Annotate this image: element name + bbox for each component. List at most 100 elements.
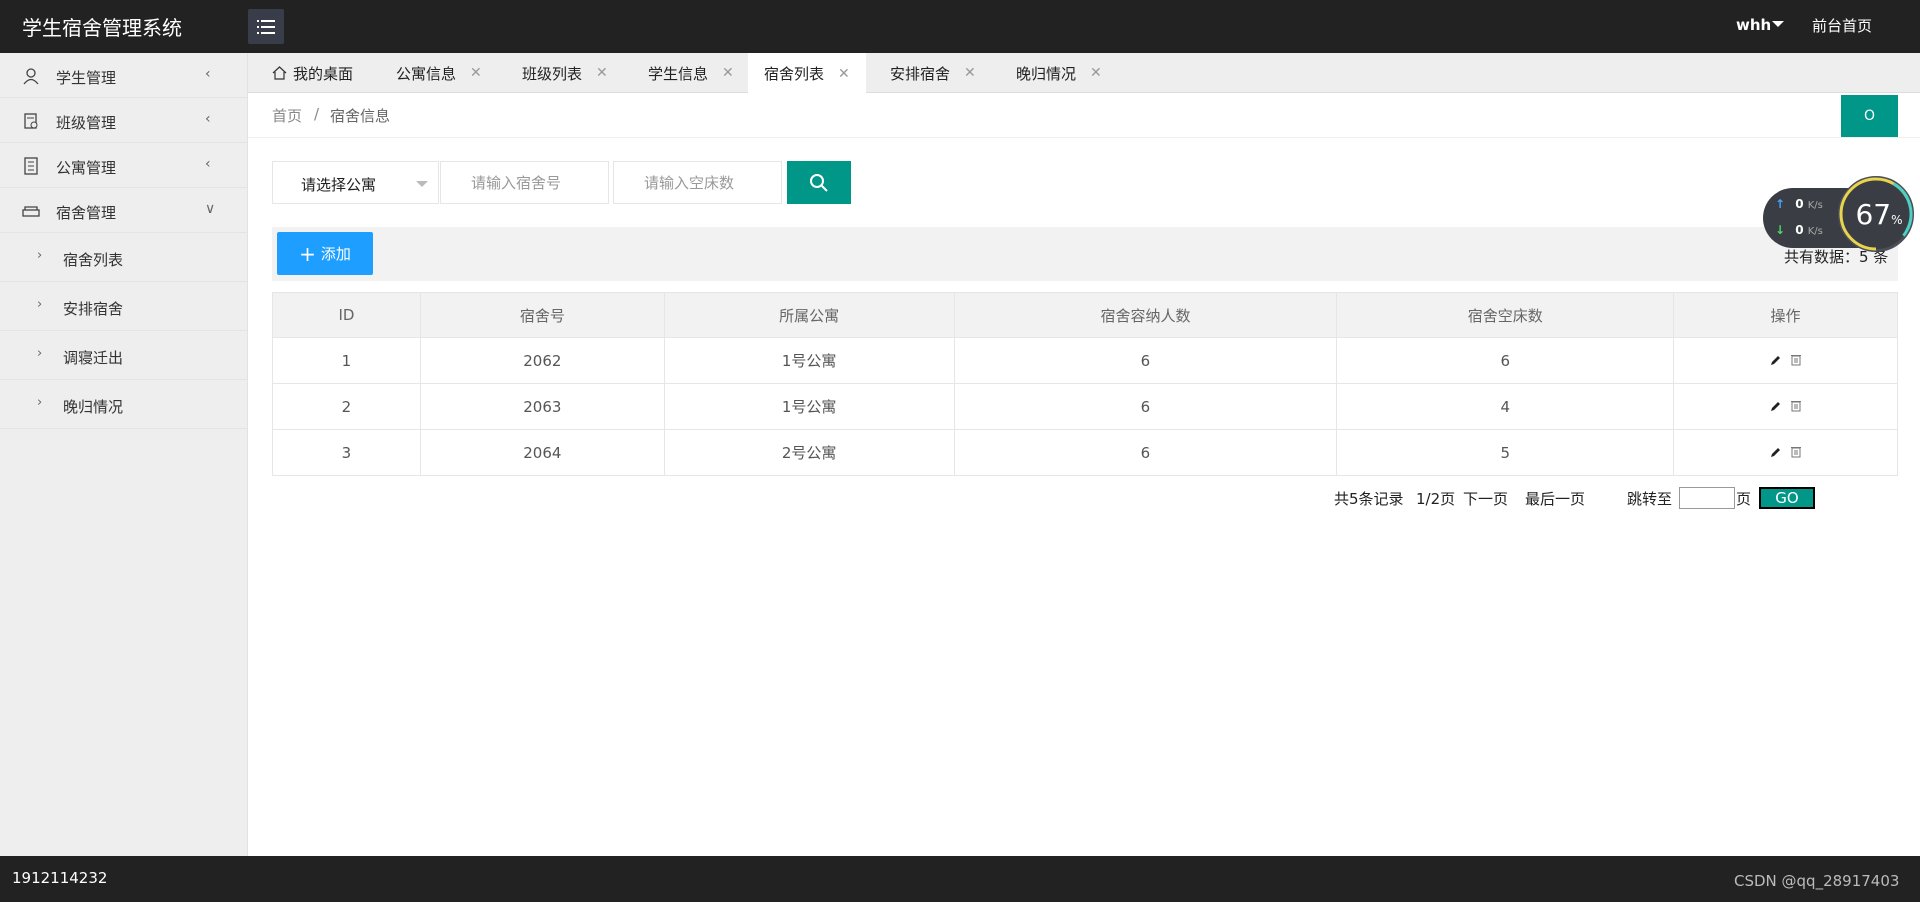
menu-toggle-button[interactable] bbox=[248, 9, 284, 44]
list-icon bbox=[257, 19, 275, 34]
tab-apartment-info[interactable]: 公寓信息 ✕ bbox=[386, 53, 492, 93]
column-header: 操作 bbox=[1673, 292, 1898, 338]
chevron-right-icon: › bbox=[37, 395, 43, 410]
add-button-label: 添加 bbox=[320, 245, 351, 263]
sidebar-subitem-transfer[interactable]: › 调寝迁出 bbox=[0, 331, 248, 380]
close-icon[interactable]: ✕ bbox=[838, 66, 850, 82]
tab-desktop[interactable]: 我的桌面 bbox=[262, 53, 363, 93]
edit-icon[interactable] bbox=[1770, 446, 1782, 458]
column-header: 所属公寓 bbox=[663, 292, 955, 338]
tab-dorm-list[interactable]: 宿舍列表 ✕ bbox=[748, 53, 866, 94]
chevron-left-icon: ‹ bbox=[205, 156, 211, 172]
pager-last-link[interactable]: 最后一页 bbox=[1525, 488, 1585, 509]
chevron-right-icon: › bbox=[37, 248, 43, 263]
sidebar-item-apartments[interactable]: 公寓管理 ‹ bbox=[0, 143, 248, 188]
tab-label: 安排宿舍 bbox=[890, 64, 951, 83]
chevron-right-icon: › bbox=[37, 297, 43, 312]
sidebar-subitem-dorm-list[interactable]: › 宿舍列表 bbox=[0, 233, 248, 282]
gauge-percent-sign: % bbox=[1891, 213, 1903, 227]
refresh-button[interactable]: O bbox=[1841, 95, 1898, 137]
top-header: 学生宿舍管理系统 whh 前台首页 bbox=[0, 0, 1920, 53]
breadcrumb-separator: / bbox=[314, 105, 320, 123]
dorm-number-input[interactable] bbox=[440, 161, 609, 204]
tab-class-list[interactable]: 班级列表 ✕ bbox=[512, 53, 618, 93]
tab-assign-dorm[interactable]: 安排宿舍 ✕ bbox=[880, 53, 986, 93]
sidebar-item-label: 公寓管理 bbox=[56, 159, 117, 177]
sidebar-subitem-assign-dorm[interactable]: › 安排宿舍 bbox=[0, 282, 248, 331]
download-speed: ↓ 0 K/s bbox=[1775, 223, 1823, 237]
close-icon[interactable]: ✕ bbox=[722, 65, 734, 81]
delete-icon[interactable] bbox=[1790, 445, 1802, 458]
cell-empty-beds: 6 bbox=[1336, 337, 1675, 384]
cell-dorm-number: 2062 bbox=[419, 337, 665, 384]
delete-icon[interactable] bbox=[1790, 399, 1802, 412]
go-button[interactable]: GO bbox=[1759, 487, 1815, 509]
footer: 1912114232 CSDN @qq_28917403 bbox=[0, 856, 1920, 902]
cell-capacity: 6 bbox=[953, 383, 1338, 430]
sidebar-item-students[interactable]: 学生管理 ‹ bbox=[0, 53, 248, 98]
column-header: 宿舍空床数 bbox=[1336, 292, 1675, 338]
document-icon bbox=[24, 157, 38, 175]
close-icon[interactable]: ✕ bbox=[1090, 65, 1102, 81]
breadcrumb: 首页 / 宿舍信息 bbox=[248, 93, 1920, 138]
breadcrumb-home[interactable]: 首页 bbox=[272, 105, 302, 126]
chevron-down-icon: ∨ bbox=[205, 201, 216, 217]
apartment-select-value: 请选择公寓 bbox=[301, 176, 377, 194]
delete-icon[interactable] bbox=[1790, 353, 1802, 366]
gauge-value: 67% bbox=[1841, 198, 1917, 231]
download-unit: K/s bbox=[1807, 226, 1823, 237]
pager-page-indicator: 1/2页 bbox=[1416, 490, 1456, 508]
cell-capacity: 6 bbox=[953, 337, 1338, 384]
tab-label: 晚归情况 bbox=[1016, 64, 1077, 83]
pager-records: 共5条记录 bbox=[1334, 490, 1404, 508]
search-button[interactable] bbox=[787, 161, 851, 204]
sidebar-item-label: 学生管理 bbox=[56, 69, 117, 87]
empty-beds-input[interactable] bbox=[613, 161, 782, 204]
chevron-left-icon: ‹ bbox=[205, 66, 211, 82]
caret-down-icon[interactable] bbox=[1772, 21, 1784, 27]
class-icon bbox=[24, 113, 38, 129]
sidebar-subitem-label: 调寝迁出 bbox=[63, 349, 124, 367]
cell-id: 1 bbox=[272, 337, 421, 384]
sidebar-item-classes[interactable]: 班级管理 ‹ bbox=[0, 98, 248, 143]
close-icon[interactable]: ✕ bbox=[470, 65, 482, 81]
upload-unit: K/s bbox=[1807, 200, 1823, 211]
cell-actions bbox=[1673, 383, 1898, 430]
table-row: 2 2063 1号公寓 6 4 bbox=[272, 383, 1898, 430]
pager-next-link[interactable]: 下一页 bbox=[1463, 488, 1508, 509]
apartment-select[interactable]: 请选择公寓 bbox=[272, 161, 439, 204]
arrow-up-icon: ↑ bbox=[1775, 197, 1786, 211]
pager-jump-label: 跳转至 bbox=[1627, 490, 1673, 508]
column-header: 宿舍号 bbox=[419, 292, 665, 338]
add-button[interactable]: + 添加 bbox=[277, 232, 373, 275]
close-icon[interactable]: ✕ bbox=[964, 65, 976, 81]
close-icon[interactable]: ✕ bbox=[596, 65, 608, 81]
tab-label: 班级列表 bbox=[522, 64, 583, 83]
chevron-left-icon: ‹ bbox=[205, 111, 211, 127]
edit-icon[interactable] bbox=[1770, 400, 1782, 412]
tab-student-info[interactable]: 学生信息 ✕ bbox=[638, 53, 744, 93]
sidebar-item-label: 宿舍管理 bbox=[56, 204, 117, 222]
sofa-icon bbox=[22, 206, 40, 217]
tab-late-return[interactable]: 晚归情况 ✕ bbox=[1006, 53, 1112, 93]
tab-label: 宿舍列表 bbox=[764, 65, 825, 83]
sidebar-subitem-label: 晚归情况 bbox=[63, 398, 124, 416]
home-icon bbox=[272, 66, 287, 80]
user-menu[interactable]: whh bbox=[1736, 16, 1771, 34]
watermark: CSDN @qq_28917403 bbox=[1734, 872, 1900, 890]
cell-empty-beds: 5 bbox=[1336, 429, 1675, 476]
page-jump-input[interactable] bbox=[1679, 487, 1735, 509]
sidebar-subitem-late-return[interactable]: › 晚归情况 bbox=[0, 380, 248, 429]
sidebar-item-dorms[interactable]: 宿舍管理 ∨ bbox=[0, 188, 248, 233]
sidebar-subitem-label: 宿舍列表 bbox=[63, 251, 124, 269]
memory-gauge[interactable]: 67% bbox=[1838, 176, 1914, 252]
sidebar-item-label: 班级管理 bbox=[56, 114, 117, 132]
tab-label: 公寓信息 bbox=[396, 64, 457, 83]
edit-icon[interactable] bbox=[1770, 354, 1782, 366]
cell-actions bbox=[1673, 337, 1898, 384]
front-home-link[interactable]: 前台首页 bbox=[1812, 15, 1872, 36]
sidebar: 学生管理 ‹ 班级管理 ‹ 公寓管理 ‹ 宿舍管理 ∨ › 宿舍列表 › 安排宿… bbox=[0, 53, 248, 856]
cell-id: 2 bbox=[272, 383, 421, 430]
table-row: 1 2062 1号公寓 6 6 bbox=[272, 337, 1898, 384]
app-title: 学生宿舍管理系统 bbox=[22, 16, 182, 40]
